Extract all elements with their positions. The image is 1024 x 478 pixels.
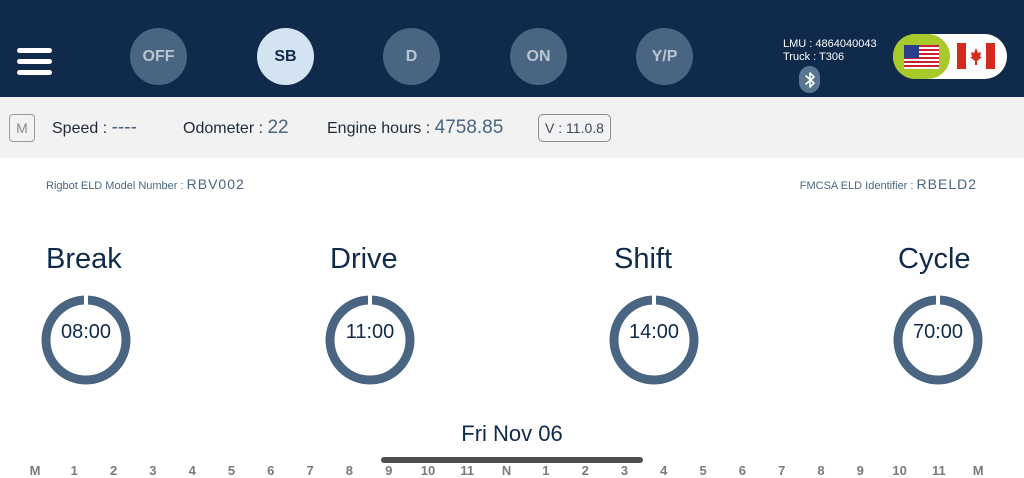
hour-tick: 6: [267, 463, 275, 478]
top-bar: OFF SB D ON Y/P LMU : 4864040043 Truck :…: [0, 0, 1024, 97]
cycle-title: Cycle: [898, 243, 971, 275]
country-toggle[interactable]: [893, 34, 1007, 79]
speed-readout: Speed : ----: [52, 117, 137, 139]
lmu-number: LMU : 4864040043: [783, 38, 877, 50]
drive-clock-value: 11:00: [345, 321, 395, 343]
break-clock-value: 08:00: [60, 321, 112, 343]
fmcsa-identifier: FMCSA ELD Identifier : RBELD2: [800, 176, 977, 192]
break-title: Break: [46, 243, 122, 275]
hour-tick: 9: [385, 463, 393, 478]
m-button[interactable]: M: [9, 114, 35, 142]
hour-tick: 3: [149, 463, 157, 478]
cycle-clock-value: 70:00: [912, 321, 964, 343]
hour-tick: 11: [460, 463, 475, 478]
hour-tick: 7: [778, 463, 786, 478]
hour-tick: 11: [932, 463, 946, 478]
speed-value: ----: [111, 117, 137, 138]
hour-tick: N: [501, 463, 512, 478]
hour-tick: 5: [699, 463, 707, 478]
hour-tick: 5: [227, 463, 236, 478]
status-off-button[interactable]: OFF: [130, 28, 187, 85]
canada-flag-icon[interactable]: [957, 43, 995, 69]
engine-hours-readout: Engine hours : 4758.85: [327, 117, 503, 139]
model-number: Rigbot ELD Model Number : RBV002: [46, 176, 245, 192]
truck-number: Truck : T306: [783, 51, 845, 63]
odometer-value: 22: [267, 117, 289, 138]
status-sb-button[interactable]: SB: [257, 28, 314, 85]
bluetooth-icon[interactable]: [799, 66, 820, 93]
hour-tick: 4: [188, 463, 196, 478]
speed-label: Speed :: [52, 120, 108, 137]
device-info: LMU : 4864040043 Truck : T306: [783, 38, 877, 64]
odometer-label: Odometer :: [183, 120, 264, 137]
hour-tick: 9: [856, 463, 864, 478]
status-yp-button[interactable]: Y/P: [636, 28, 693, 85]
shift-clock-value: 14:00: [628, 321, 680, 343]
engine-hours-label: Engine hours :: [327, 120, 431, 137]
fmcsa-identifier-label: FMCSA ELD Identifier :: [799, 180, 914, 192]
odometer-readout: Odometer : 22: [183, 117, 289, 139]
info-bar: M Speed : ---- Odometer : 22 Engine hour…: [0, 97, 1024, 158]
engine-hours-value: 4758.85: [434, 117, 504, 138]
hour-tick: 3: [620, 463, 629, 478]
shift-title: Shift: [614, 243, 673, 275]
hour-tick: 2: [581, 463, 589, 478]
hour-tick: 10: [420, 463, 436, 478]
model-number-label: Rigbot ELD Model Number :: [46, 180, 184, 192]
hour-tick: 1: [70, 463, 78, 478]
log-date: Fri Nov 06: [461, 421, 563, 446]
hour-tick: 8: [817, 463, 825, 478]
hour-tick: 8: [345, 463, 353, 478]
hour-tick: 7: [306, 463, 314, 478]
status-d-button[interactable]: D: [383, 28, 440, 85]
hour-tick: 10: [892, 463, 907, 478]
hour-tick: M: [29, 463, 41, 478]
hour-tick: M: [972, 463, 984, 478]
model-number-value: RBV002: [186, 176, 245, 192]
hour-tick: 1: [542, 463, 550, 478]
menu-icon[interactable]: [17, 48, 53, 76]
version-badge: V : 11.0.8: [538, 114, 611, 142]
drive-title: Drive: [330, 243, 398, 275]
us-flag-icon[interactable]: [893, 34, 950, 79]
status-on-button[interactable]: ON: [510, 28, 567, 85]
fmcsa-identifier-value: RBELD2: [916, 176, 977, 192]
hour-tick: 2: [109, 463, 118, 478]
hour-tick: 4: [660, 463, 668, 478]
hour-tick: 6: [738, 463, 746, 478]
